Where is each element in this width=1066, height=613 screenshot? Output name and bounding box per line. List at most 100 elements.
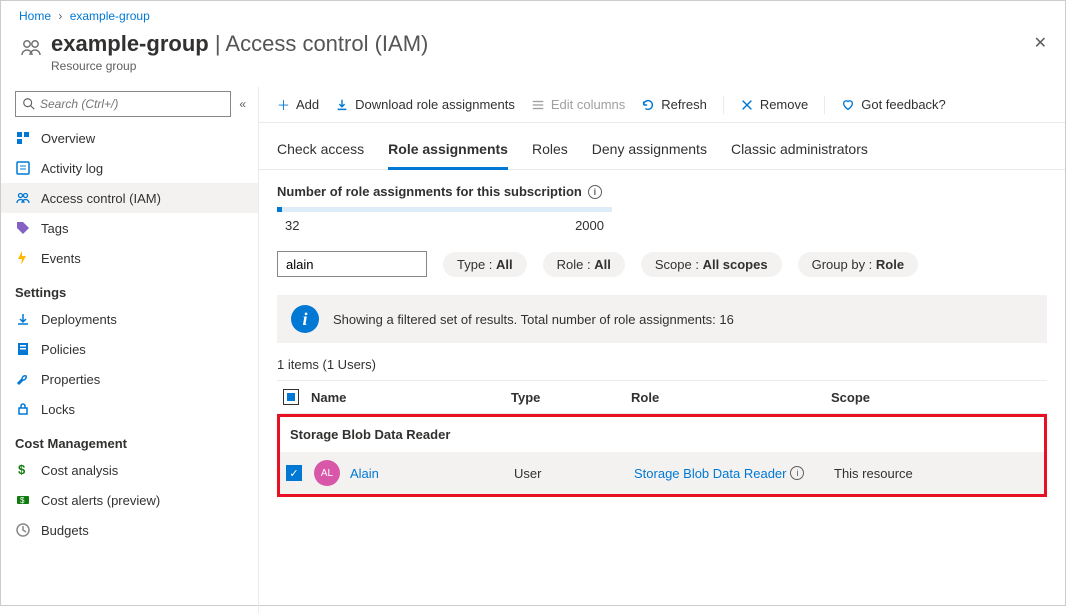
resource-group-icon	[19, 35, 43, 59]
info-icon[interactable]: i	[790, 466, 804, 480]
col-role[interactable]: Role	[631, 390, 831, 405]
info-icon: i	[291, 305, 319, 333]
breadcrumb-current[interactable]: example-group	[70, 9, 150, 23]
sidebar-item-policies[interactable]: Policies	[1, 334, 258, 364]
page-title: example-group | Access control (IAM)	[51, 31, 428, 56]
filter-type[interactable]: Type : All	[443, 252, 527, 277]
info-icon[interactable]: i	[588, 185, 602, 199]
download-icon	[335, 98, 349, 112]
events-icon	[15, 250, 31, 266]
table-header: Name Type Role Scope	[277, 380, 1047, 414]
sidebar-item-cost-analysis[interactable]: $Cost analysis	[1, 455, 258, 485]
sidebar-item-cost-alerts[interactable]: $ Cost alerts (preview)	[1, 485, 258, 515]
row-type: User	[514, 466, 634, 481]
sidebar-item-label: Locks	[41, 402, 75, 417]
results-summary: 1 items (1 Users)	[277, 357, 1047, 372]
assignments-table: Name Type Role Scope Storage Blob Data R…	[277, 380, 1047, 497]
sidebar-item-label: Access control (IAM)	[41, 191, 161, 206]
info-bar-text: Showing a filtered set of results. Total…	[333, 312, 734, 327]
assignments-progress	[277, 207, 612, 212]
highlighted-group: Storage Blob Data Reader AL Alain User S…	[277, 414, 1047, 497]
sidebar-item-locks[interactable]: Locks	[1, 394, 258, 424]
tab-check-access[interactable]: Check access	[277, 135, 364, 170]
sidebar-item-budgets[interactable]: Budgets	[1, 515, 258, 545]
assignments-counter-label: Number of role assignments for this subs…	[277, 184, 1047, 199]
sidebar-item-activity[interactable]: Activity log	[1, 153, 258, 183]
plus-icon: ＋	[277, 95, 290, 114]
svg-text:$: $	[20, 496, 25, 505]
breadcrumb-separator: ›	[58, 9, 62, 23]
tab-classic[interactable]: Classic administrators	[731, 135, 868, 170]
policies-icon	[15, 341, 31, 357]
people-icon	[15, 190, 31, 206]
tab-deny[interactable]: Deny assignments	[592, 135, 707, 170]
lock-icon	[15, 401, 31, 417]
avatar: AL	[314, 460, 340, 486]
add-button[interactable]: ＋Add	[277, 95, 319, 114]
edit-columns-button: Edit columns	[531, 97, 625, 112]
sidebar-item-overview[interactable]: Overview	[1, 123, 258, 153]
main: ＋Add Download role assignments Edit colu…	[259, 87, 1065, 613]
content: Number of role assignments for this subs…	[259, 170, 1065, 511]
filter-role[interactable]: Role : All	[543, 252, 625, 277]
page-header: example-group | Access control (IAM) Res…	[1, 27, 1065, 87]
sidebar-item-label: Policies	[41, 342, 86, 357]
toolbar: ＋Add Download role assignments Edit colu…	[259, 87, 1065, 123]
sidebar-item-label: Cost alerts (preview)	[41, 493, 160, 508]
page-subtitle: Resource group	[51, 59, 428, 73]
svg-text:$: $	[18, 462, 26, 477]
tags-icon	[15, 220, 31, 236]
filter-groupby[interactable]: Group by : Role	[798, 252, 918, 277]
select-all-checkbox[interactable]	[283, 389, 299, 405]
nav-top: Overview Activity log Access control (IA…	[1, 123, 258, 273]
toolbar-separator	[723, 96, 724, 114]
search-icon	[22, 97, 36, 111]
sidebar-item-label: Budgets	[41, 523, 89, 538]
sidebar-search-input[interactable]	[40, 97, 224, 111]
tab-role-assignments[interactable]: Role assignments	[388, 135, 508, 170]
download-button[interactable]: Download role assignments	[335, 97, 515, 112]
sidebar-item-iam[interactable]: Access control (IAM)	[1, 183, 258, 213]
toolbar-separator	[824, 96, 825, 114]
alert-icon: $	[15, 492, 31, 508]
breadcrumb: Home › example-group	[1, 1, 1065, 27]
sidebar-item-label: Overview	[41, 131, 95, 146]
nav-section-cost: Cost Management	[1, 424, 258, 455]
row-checkbox[interactable]	[286, 465, 302, 481]
feedback-button[interactable]: Got feedback?	[841, 97, 946, 112]
breadcrumb-home[interactable]: Home	[19, 9, 51, 23]
sidebar-search[interactable]	[15, 91, 231, 117]
wrench-icon	[15, 371, 31, 387]
tab-roles[interactable]: Roles	[532, 135, 568, 170]
activity-icon	[15, 160, 31, 176]
sidebar-item-label: Tags	[41, 221, 68, 236]
deploy-icon	[15, 311, 31, 327]
nav-section-settings: Settings	[1, 273, 258, 304]
group-header: Storage Blob Data Reader	[280, 417, 1044, 452]
col-name[interactable]: Name	[311, 390, 511, 405]
assignments-range: 322000	[277, 212, 612, 233]
tabs: Check access Role assignments Roles Deny…	[259, 123, 1065, 170]
user-link[interactable]: Alain	[350, 466, 379, 481]
sidebar-item-tags[interactable]: Tags	[1, 213, 258, 243]
budget-icon	[15, 522, 31, 538]
filter-search-input[interactable]	[277, 251, 427, 277]
collapse-sidebar-icon[interactable]: «	[239, 97, 246, 111]
row-role-link[interactable]: Storage Blob Data Reader i	[634, 466, 834, 481]
sidebar-item-label: Events	[41, 251, 81, 266]
nav-cost: $Cost analysis $ Cost alerts (preview) Bu…	[1, 455, 258, 545]
remove-button[interactable]: Remove	[740, 97, 808, 112]
remove-icon	[740, 98, 754, 112]
col-scope[interactable]: Scope	[831, 390, 1041, 405]
filter-scope[interactable]: Scope : All scopes	[641, 252, 782, 277]
sidebar-item-deployments[interactable]: Deployments	[1, 304, 258, 334]
close-icon[interactable]: ✕	[1034, 33, 1047, 53]
dollar-icon: $	[15, 462, 31, 478]
refresh-button[interactable]: Refresh	[641, 97, 707, 112]
sidebar: « Overview Activity log Access control (…	[1, 87, 259, 613]
table-row[interactable]: AL Alain User Storage Blob Data Reader i…	[280, 452, 1044, 494]
col-type[interactable]: Type	[511, 390, 631, 405]
sidebar-item-properties[interactable]: Properties	[1, 364, 258, 394]
sidebar-item-label: Properties	[41, 372, 100, 387]
sidebar-item-events[interactable]: Events	[1, 243, 258, 273]
